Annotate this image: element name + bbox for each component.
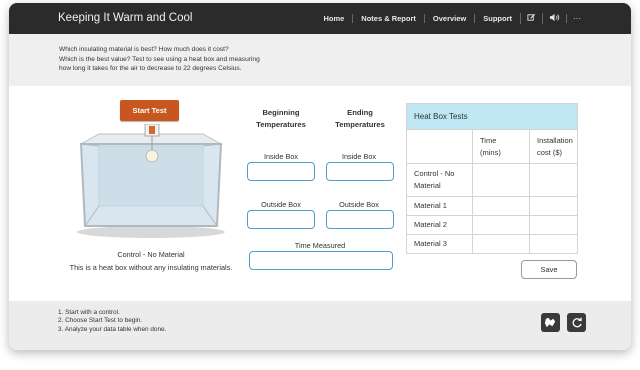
header-line: Time [480,135,497,145]
top-bar: Keeping It Warm and Cool Home Notes & Re… [9,3,631,34]
time-cell[interactable] [472,234,530,254]
table-title: Heat Box Tests [406,103,578,130]
end-outside-input[interactable] [326,210,394,229]
cost-cell[interactable] [529,234,578,254]
save-button[interactable]: Save [521,260,577,279]
time-measured-input[interactable] [249,251,393,270]
heading-line: Ending [347,108,373,117]
map-icon[interactable] [541,313,560,332]
heading-line: Temperatures [256,119,306,129]
cost-cell[interactable] [529,215,578,235]
main-area: Start Test Control - No Material This is… [9,86,631,301]
heading-line: Temperatures [335,119,385,129]
header-line: (mins) [480,147,501,157]
nav-notes-report[interactable]: Notes & Report [352,14,424,23]
table-header-row: Time (mins) Installation cost ($) [406,129,578,164]
nav-bar: Home Notes & Report Overview Support ··· [315,3,587,34]
table-row: Control - No Material [406,163,578,197]
begin-inside-label: Inside Box [263,152,299,161]
table-header-empty [406,129,473,164]
time-measured-label: Time Measured [294,241,346,250]
instructions-line: Which is the best value? Test to see usi… [59,55,260,63]
row-label: Material 1 [406,196,473,216]
cost-column-header: Installation cost ($) [529,129,578,164]
footer-panel: 1. Start with a control. 2. Choose Start… [9,301,631,350]
beginning-temperatures-heading: Beginning Temperatures [241,107,321,130]
table-row: Material 2 [406,215,578,235]
row-label-line: Material [414,181,441,190]
header-line: Installation [537,135,573,145]
time-cell[interactable] [472,196,530,216]
time-cell[interactable] [472,163,530,197]
time-column-header: Time (mins) [472,129,530,164]
header-line: cost ($) [537,147,563,157]
instructions-line: how long it takes for the air to decreas… [59,65,242,72]
end-inside-label: Inside Box [341,152,377,161]
instructions-line: Which insulating material is best? How m… [59,46,229,53]
nav-support[interactable]: Support [474,14,520,23]
nav-home[interactable]: Home [315,14,352,23]
audio-icon[interactable] [542,13,566,24]
instructions-text: Which insulating material is best? How m… [59,45,299,74]
table-row: Material 3 [406,234,578,254]
edit-icon[interactable] [520,13,542,24]
more-icon[interactable]: ··· [566,14,587,23]
row-label-line: Control - No [414,169,455,178]
row-label: Material 2 [406,215,473,235]
heat-box-tests-table: Heat Box Tests Time (mins) Installation … [406,103,578,254]
step-item: 3. Analyze your data table when done. [58,325,167,333]
start-test-button[interactable]: Start Test [120,100,179,121]
row-label: Material 3 [406,234,473,254]
end-outside-label: Outside Box [339,200,379,209]
end-inside-input[interactable] [326,162,394,181]
material-name: Control - No Material [117,250,185,259]
app-window: Keeping It Warm and Cool Home Notes & Re… [9,3,631,350]
instructions-panel: Which insulating material is best? How m… [9,34,631,86]
reset-icon[interactable] [567,313,586,332]
heat-box-illustration [77,124,225,238]
begin-inside-input[interactable] [247,162,315,181]
ending-temperatures-heading: Ending Temperatures [320,107,400,130]
cost-cell[interactable] [529,163,578,197]
material-caption: Control - No Material This is a heat box… [67,249,235,274]
time-cell[interactable] [472,215,530,235]
steps-list: 1. Start with a control. 2. Choose Start… [58,309,166,334]
row-label: Control - No Material [406,163,473,197]
begin-outside-label: Outside Box [261,200,301,209]
step-item: 1. Start with a control. [58,309,120,316]
table-row: Material 1 [406,196,578,216]
step-item: 2. Choose Start Test to begin. [58,317,143,325]
heading-line: Beginning [262,108,300,117]
app-title: Keeping It Warm and Cool [58,12,193,24]
nav-overview[interactable]: Overview [423,14,474,23]
cost-cell[interactable] [529,196,578,216]
material-description: This is a heat box without any insulatin… [69,262,233,272]
begin-outside-input[interactable] [247,210,315,229]
